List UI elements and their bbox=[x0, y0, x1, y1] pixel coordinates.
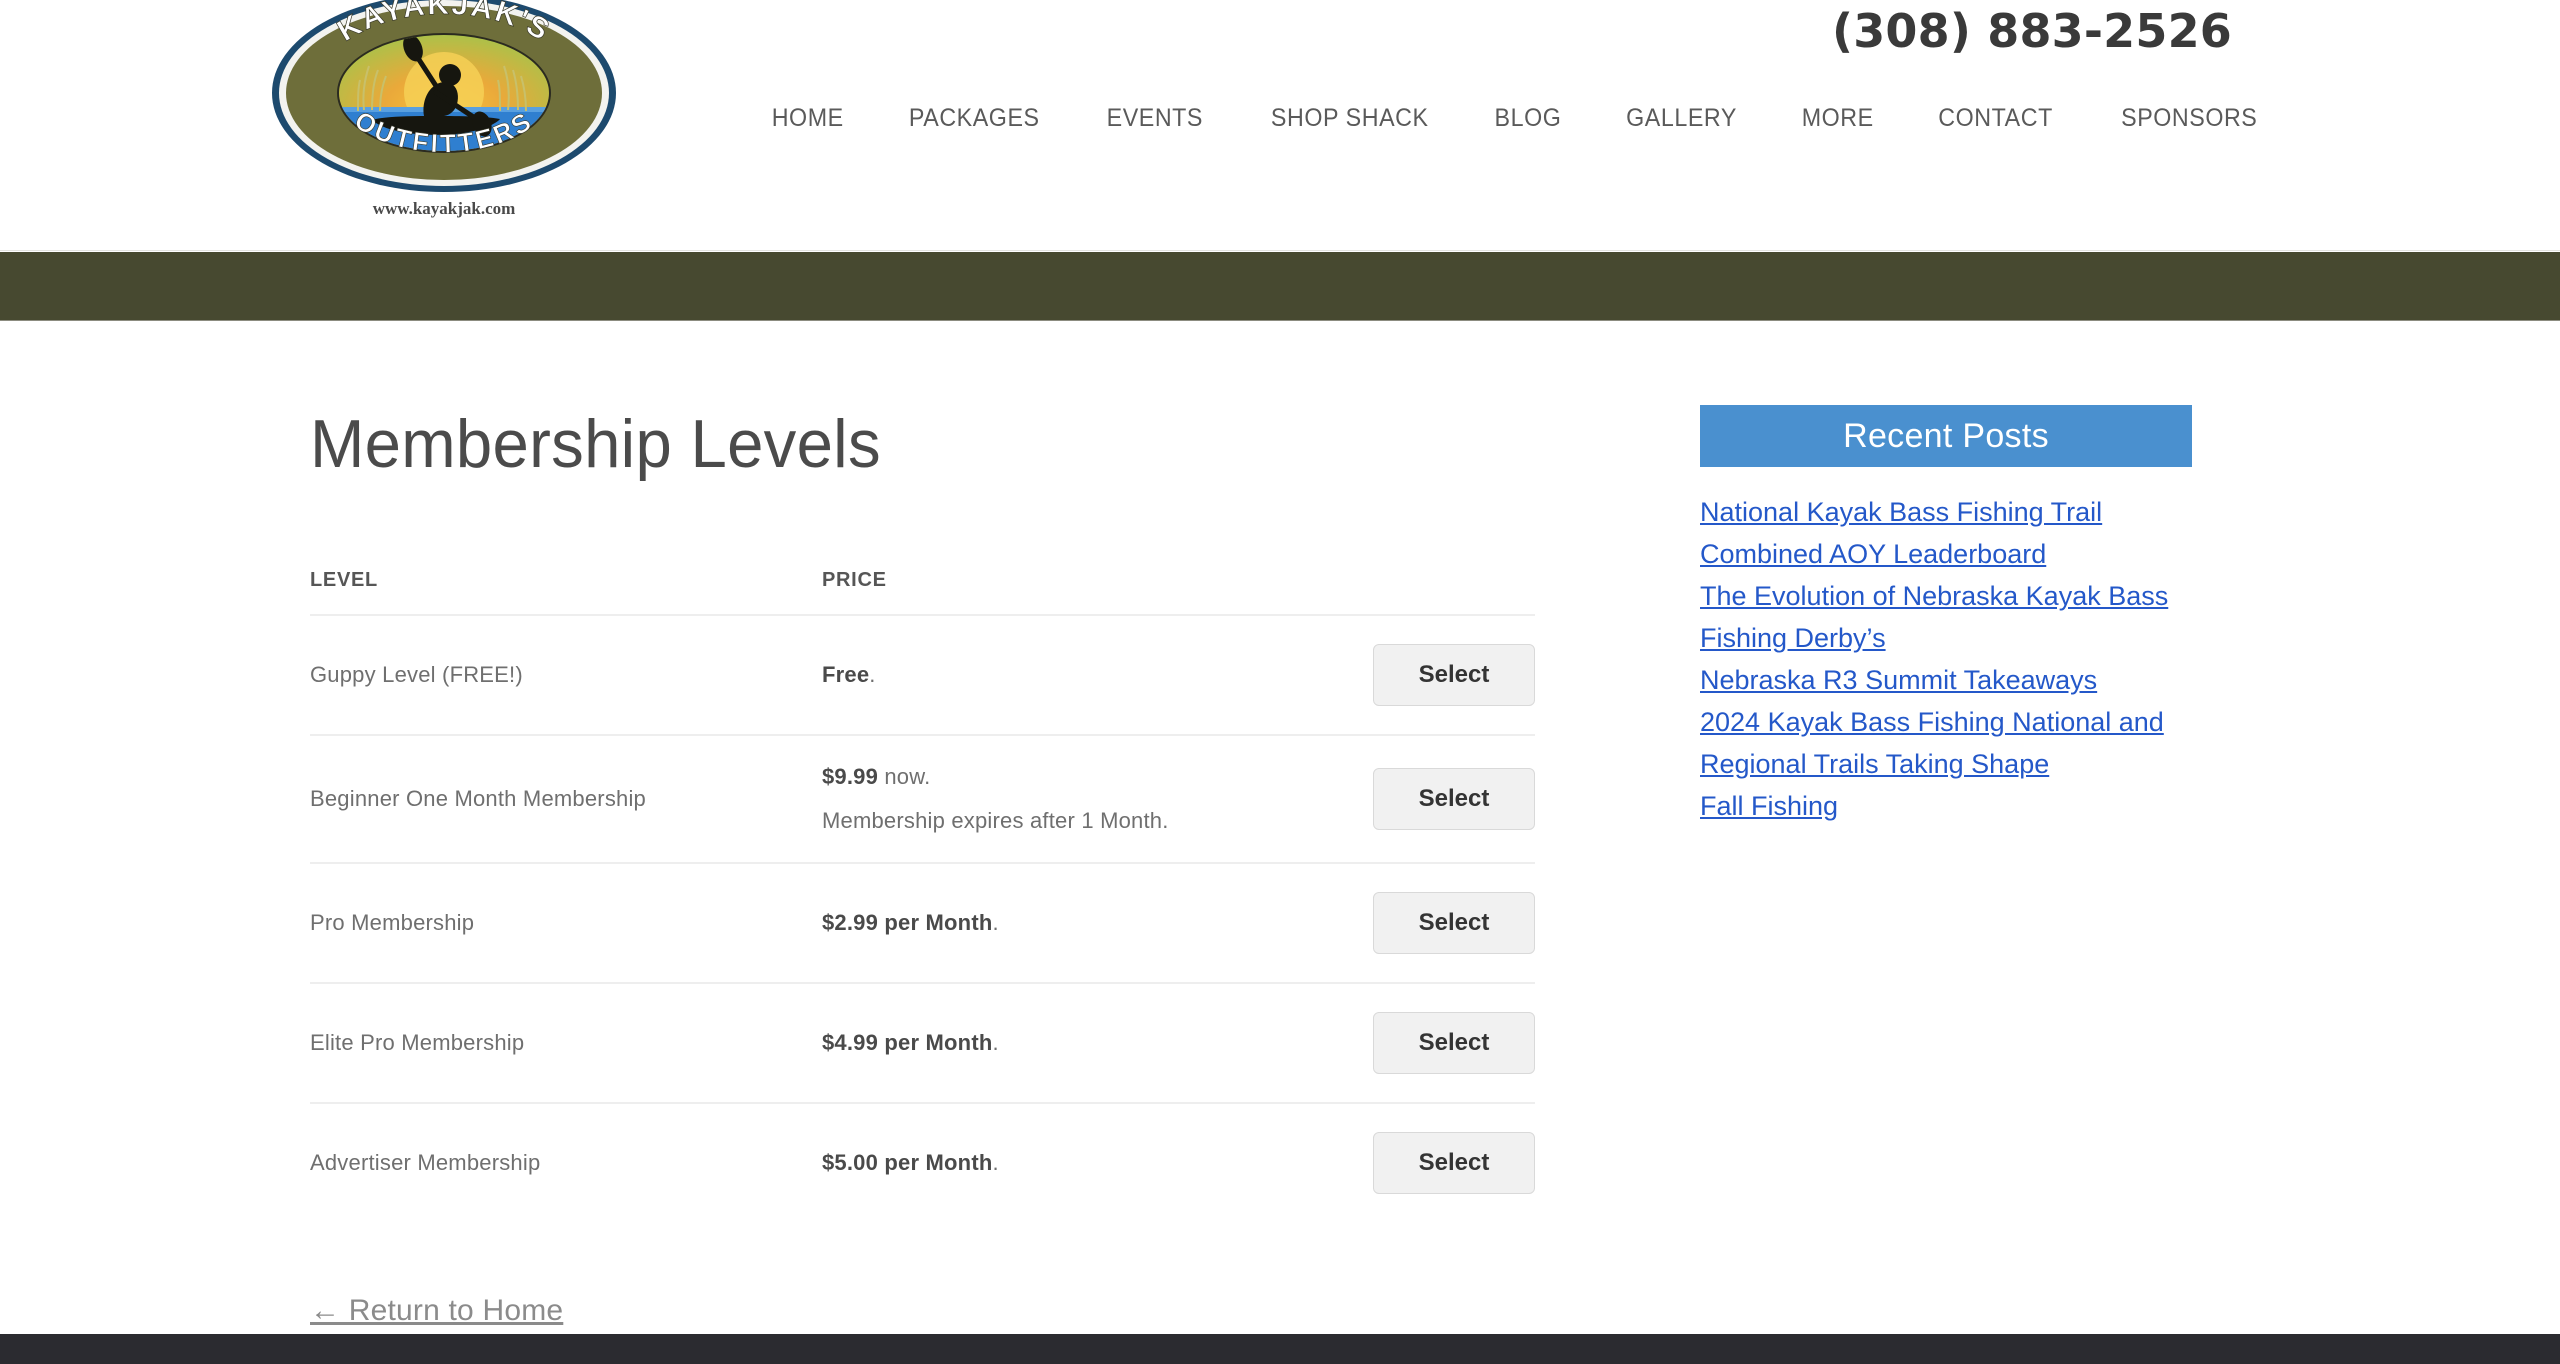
nav-item-more[interactable]: MORE bbox=[1775, 104, 1901, 133]
phone-number[interactable]: (308) 883-2526 bbox=[1832, 4, 2232, 58]
nav-item-events[interactable]: EVENTS bbox=[1080, 104, 1230, 133]
svg-text:www.kayakjak.com: www.kayakjak.com bbox=[373, 199, 516, 218]
recent-post-link[interactable]: National Kayak Bass Fishing Trail Combin… bbox=[1700, 497, 2102, 569]
page-root: KAYAKJAK'S OUTFITTERS www.kayakjak.com (… bbox=[0, 0, 2560, 1364]
price-suffix: now. bbox=[878, 764, 931, 789]
level-action-cell: Select bbox=[1352, 983, 1535, 1104]
nav-item-shop-shack[interactable]: SHOP SHACK bbox=[1243, 104, 1455, 133]
price-suffix: . bbox=[992, 1150, 999, 1175]
price-suffix: . bbox=[992, 1030, 999, 1055]
level-action-cell: Select bbox=[1352, 735, 1535, 864]
column-header-level: LEVEL bbox=[310, 569, 822, 616]
content-area: Membership Levels LEVEL PRICE Guppy Leve… bbox=[0, 321, 2560, 1334]
site-header: KAYAKJAK'S OUTFITTERS www.kayakjak.com (… bbox=[0, 0, 2560, 251]
list-item: Fall Fishing bbox=[1700, 785, 2192, 827]
recent-post-link[interactable]: Nebraska R3 Summit Takeaways bbox=[1700, 665, 2097, 695]
price-amount: $2.99 per Month bbox=[822, 910, 993, 935]
main-navigation: HOME PACKAGES EVENTS SHOP SHACK BLOG GAL… bbox=[740, 104, 2291, 133]
level-name: Elite Pro Membership bbox=[310, 983, 822, 1104]
main-column: Membership Levels LEVEL PRICE Guppy Leve… bbox=[310, 405, 1535, 1328]
nav-item-sponsors[interactable]: SPONSORS bbox=[2094, 104, 2284, 133]
level-price: Free. bbox=[822, 615, 1352, 736]
select-button[interactable]: Select bbox=[1373, 1012, 1535, 1074]
level-name: Beginner One Month Membership bbox=[310, 735, 822, 864]
level-price: $5.00 per Month. bbox=[822, 1103, 1352, 1222]
list-item: The Evolution of Nebraska Kayak Bass Fis… bbox=[1700, 575, 2192, 659]
column-header-action bbox=[1352, 569, 1535, 616]
price-amount: $4.99 per Month bbox=[822, 1030, 993, 1055]
select-button[interactable]: Select bbox=[1373, 768, 1535, 830]
nav-item-packages[interactable]: PACKAGES bbox=[882, 104, 1067, 133]
membership-levels-table: LEVEL PRICE Guppy Level (FREE!) Free. Se… bbox=[310, 569, 1535, 1222]
level-price: $2.99 per Month. bbox=[822, 863, 1352, 984]
level-price: $4.99 per Month. bbox=[822, 983, 1352, 1104]
price-amount: $9.99 bbox=[822, 764, 879, 789]
price-suffix: . bbox=[869, 662, 876, 687]
price-suffix: . bbox=[992, 910, 999, 935]
return-to-home-link[interactable]: ← Return to Home bbox=[310, 1294, 563, 1328]
table-row: Guppy Level (FREE!) Free. Select bbox=[310, 615, 1535, 736]
page-title: Membership Levels bbox=[310, 406, 881, 482]
level-action-cell: Select bbox=[1352, 1103, 1535, 1222]
level-name: Guppy Level (FREE!) bbox=[310, 615, 822, 736]
level-action-cell: Select bbox=[1352, 863, 1535, 984]
list-item: Nebraska R3 Summit Takeaways bbox=[1700, 659, 2192, 701]
column-header-price: PRICE bbox=[822, 569, 1352, 616]
nav-item-blog[interactable]: BLOG bbox=[1468, 104, 1589, 133]
select-button[interactable]: Select bbox=[1373, 1132, 1535, 1194]
select-button[interactable]: Select bbox=[1373, 892, 1535, 954]
list-item: National Kayak Bass Fishing Trail Combin… bbox=[1700, 491, 2192, 575]
recent-post-link[interactable]: The Evolution of Nebraska Kayak Bass Fis… bbox=[1700, 581, 2168, 653]
table-row: Advertiser Membership $5.00 per Month. S… bbox=[310, 1103, 1535, 1222]
list-item: 2024 Kayak Bass Fishing National and Reg… bbox=[1700, 701, 2192, 785]
price-amount: $5.00 per Month bbox=[822, 1150, 993, 1175]
recent-posts-title: Recent Posts bbox=[1700, 405, 2192, 467]
table-row: Beginner One Month Membership $9.99 now.… bbox=[310, 735, 1535, 864]
nav-item-contact[interactable]: CONTACT bbox=[1912, 104, 2080, 133]
level-name: Advertiser Membership bbox=[310, 1150, 541, 1175]
level-price: $9.99 now. Membership expires after 1 Mo… bbox=[822, 735, 1352, 864]
olive-divider-band bbox=[0, 252, 2560, 321]
select-button[interactable]: Select bbox=[1373, 644, 1535, 706]
sidebar: Recent Posts National Kayak Bass Fishing… bbox=[1700, 405, 2192, 827]
site-footer bbox=[0, 1334, 2560, 1364]
table-header-row: LEVEL PRICE bbox=[310, 569, 1535, 616]
nav-item-gallery[interactable]: GALLERY bbox=[1599, 104, 1764, 133]
site-logo[interactable]: KAYAKJAK'S OUTFITTERS www.kayakjak.com bbox=[268, 0, 620, 232]
price-note: Membership expires after 1 Month. bbox=[822, 808, 1169, 833]
price-amount: Free bbox=[822, 662, 870, 687]
level-name: Pro Membership bbox=[310, 863, 822, 984]
recent-post-link[interactable]: 2024 Kayak Bass Fishing National and Reg… bbox=[1700, 707, 2164, 779]
table-row: Pro Membership $2.99 per Month. Select bbox=[310, 863, 1535, 984]
recent-posts-list: National Kayak Bass Fishing Trail Combin… bbox=[1700, 491, 2192, 827]
recent-post-link[interactable]: Fall Fishing bbox=[1700, 791, 1838, 821]
level-action-cell: Select bbox=[1352, 615, 1535, 736]
table-row: Elite Pro Membership $4.99 per Month. Se… bbox=[310, 983, 1535, 1104]
nav-item-home[interactable]: HOME bbox=[745, 104, 871, 133]
